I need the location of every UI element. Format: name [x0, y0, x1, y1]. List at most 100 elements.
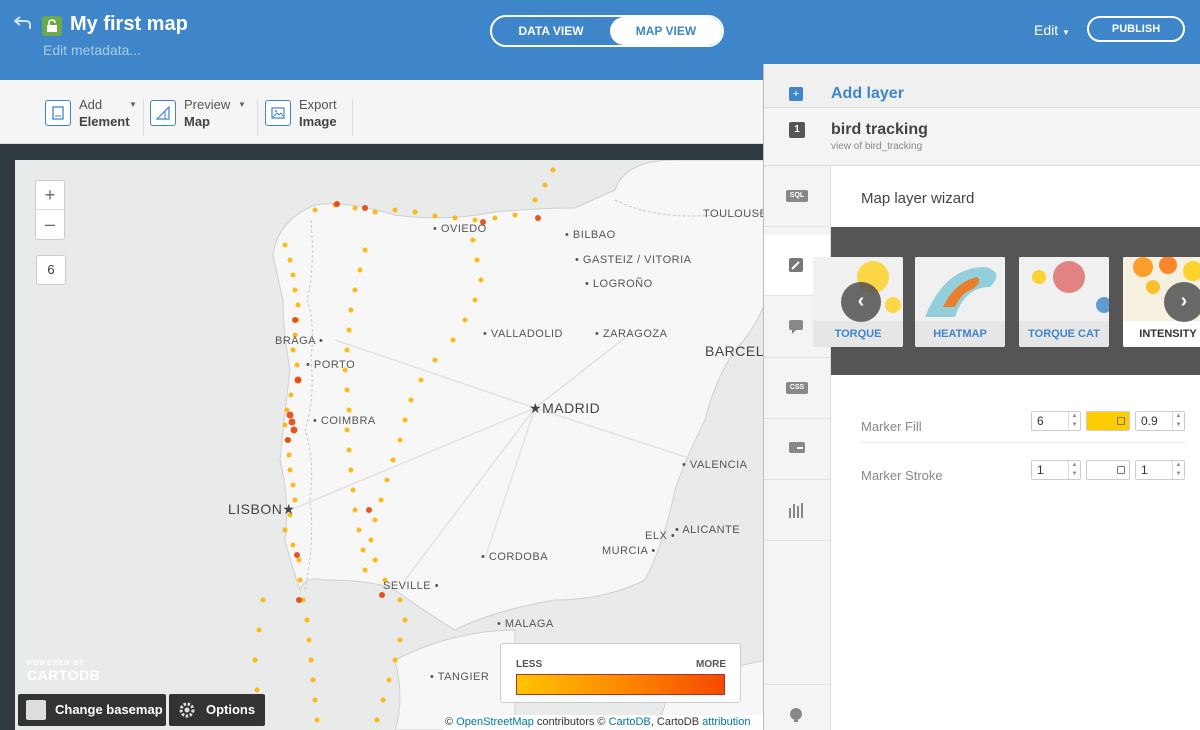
zoom-control: + –: [35, 180, 65, 240]
tab-filters[interactable]: [764, 480, 830, 541]
marker-stroke-width-value: 1: [1037, 463, 1044, 477]
city-name: CORDOBA: [488, 551, 549, 563]
card-heatmap[interactable]: HEATMAP: [915, 257, 1005, 347]
stepper-icon[interactable]: ▲ ▼: [1068, 461, 1080, 479]
marker-stroke-opacity[interactable]: 1 ▲ ▼: [1135, 460, 1185, 480]
city-label: • COIMBRA: [313, 415, 376, 427]
city-name: MADRID: [542, 400, 601, 416]
city-name: ALICANTE: [682, 524, 741, 536]
sql-icon: SQL: [786, 190, 808, 202]
edit-metadata-link[interactable]: Edit metadata...: [43, 42, 141, 58]
card-torque-cat[interactable]: TORQUE CAT: [1019, 257, 1109, 347]
preview-map-line2: Map: [184, 114, 210, 129]
edit-menu[interactable]: Edit ▼: [1034, 22, 1070, 38]
tab-css[interactable]: CSS: [764, 358, 830, 419]
basemap-icon: [26, 700, 46, 720]
options-label: Options: [206, 702, 256, 717]
marker-stroke-color[interactable]: [1086, 460, 1130, 480]
city-name: ELX: [645, 530, 668, 542]
view-switch: DATA VIEW MAP VIEW: [490, 15, 724, 47]
tab-legend[interactable]: [764, 419, 830, 480]
add-layer-button[interactable]: + Add layer: [764, 64, 1200, 108]
layer-header[interactable]: 1 bird tracking view of bird_tracking: [764, 108, 1200, 166]
city-label: • BILBAO: [565, 229, 616, 241]
city-label: SEVILLE •: [383, 580, 440, 592]
color-picker-icon: [1117, 417, 1125, 425]
city-name: ZARAGOZA: [602, 328, 668, 340]
wizard-title: Map layer wizard: [861, 190, 975, 207]
add-element-line2: Element: [79, 114, 130, 129]
city-name: TANGIER: [437, 671, 490, 683]
marker-fill-opacity[interactable]: 0.9 ▲ ▼: [1135, 411, 1185, 431]
zoom-in-button[interactable]: +: [36, 181, 64, 210]
attribution-link[interactable]: attribution: [702, 716, 750, 728]
cartodb-link[interactable]: CartoDB: [609, 716, 651, 728]
export-image-line2: Image: [299, 114, 337, 129]
preview-map-button[interactable]: Preview Map ▼: [150, 96, 250, 132]
plus-icon: +: [789, 87, 803, 101]
marker-fill-width-value: 6: [1037, 414, 1044, 428]
stepper-icon[interactable]: ▲ ▼: [1068, 412, 1080, 430]
row-divider: [861, 442, 1186, 443]
export-image-button[interactable]: Export Image: [265, 96, 345, 132]
legend-more: MORE: [696, 659, 726, 670]
city-label: ★MADRID: [529, 400, 601, 416]
carousel-next-button[interactable]: ›: [1164, 282, 1200, 322]
brand-label: CARTODB: [27, 667, 101, 683]
marker-fill-width[interactable]: 6 ▲ ▼: [1031, 411, 1081, 431]
city-name: SEVILLE: [383, 580, 432, 592]
attribution-text: contributors ©: [536, 716, 606, 728]
map-title[interactable]: My first map: [70, 13, 188, 36]
options-button[interactable]: Options: [169, 694, 265, 726]
city-name: BILBAO: [572, 229, 616, 241]
city-label: • MALAGA: [497, 618, 554, 630]
map-layer-wizard: Map layer wizard TORQUE HEATMAP TORQUE C…: [813, 166, 1200, 730]
export-image-line1: Export: [299, 97, 337, 112]
back-arrow-icon[interactable]: [13, 16, 34, 36]
powered-by-label: POWERED BY: [27, 660, 85, 667]
marker-stroke-width[interactable]: 1 ▲ ▼: [1031, 460, 1081, 480]
layer-number: 1: [789, 122, 805, 138]
chevron-down-icon: ▼: [1062, 28, 1070, 37]
tab-sql[interactable]: SQL: [764, 166, 830, 227]
marker-fill-opacity-value: 0.9: [1141, 414, 1158, 428]
layer-name[interactable]: bird tracking: [831, 121, 928, 139]
city-label: BRAGA •: [275, 335, 324, 347]
chevron-down-icon: ▼: [238, 100, 246, 109]
osm-link[interactable]: OpenStreetMap: [456, 716, 534, 728]
filters-icon: [788, 502, 806, 518]
city-label: MURCIA •: [602, 545, 656, 557]
marker-stroke-row: Marker Stroke 1 ▲ ▼ 1 ▲ ▼: [861, 452, 1186, 502]
attribution-prefix: ©: [445, 716, 454, 728]
city-name: BRAGA: [275, 335, 316, 347]
city-name: OVIEDO: [440, 223, 487, 235]
map-canvas[interactable]: + – 6 TOULOUSE • OVIEDO • BILBAO • GASTE…: [15, 160, 766, 730]
marker-fill-color[interactable]: [1086, 411, 1130, 431]
map-attribution: © OpenStreetMap contributors © CartoDB, …: [443, 715, 766, 730]
marker-stroke-label: Marker Stroke: [861, 468, 943, 483]
data-view-tab[interactable]: DATA VIEW: [492, 17, 610, 45]
wizard-icon: [788, 257, 806, 273]
chevron-right-icon: ›: [1180, 290, 1188, 312]
city-label: • CORDOBA: [481, 551, 549, 563]
change-basemap-button[interactable]: Change basemap: [18, 694, 166, 726]
infowindow-icon: [788, 319, 806, 335]
add-element-button[interactable]: Add Element ▼: [45, 96, 141, 132]
attribution-text: , CartoDB: [650, 716, 700, 728]
city-label: • LOGROÑO: [585, 278, 653, 290]
tab-add-element[interactable]: [764, 684, 830, 730]
carousel-prev-button[interactable]: ‹: [841, 282, 881, 322]
city-name: LISBON: [228, 501, 283, 517]
marker-fill-label: Marker Fill: [861, 419, 922, 434]
card-label: HEATMAP: [915, 321, 1005, 347]
add-element-icon: [45, 100, 71, 126]
publish-button[interactable]: PUBLISH: [1087, 16, 1185, 42]
lock-icon[interactable]: [42, 16, 62, 36]
zoom-out-button[interactable]: –: [36, 210, 64, 239]
city-label: • OVIEDO: [433, 223, 487, 235]
map-view-tab[interactable]: MAP VIEW: [610, 17, 722, 45]
stepper-icon[interactable]: ▲ ▼: [1172, 461, 1184, 479]
stepper-icon[interactable]: ▲ ▼: [1172, 412, 1184, 430]
map-toolbar: Add Element ▼ Preview Map ▼ Export Image: [0, 80, 764, 144]
legend-gradient: [516, 674, 725, 695]
